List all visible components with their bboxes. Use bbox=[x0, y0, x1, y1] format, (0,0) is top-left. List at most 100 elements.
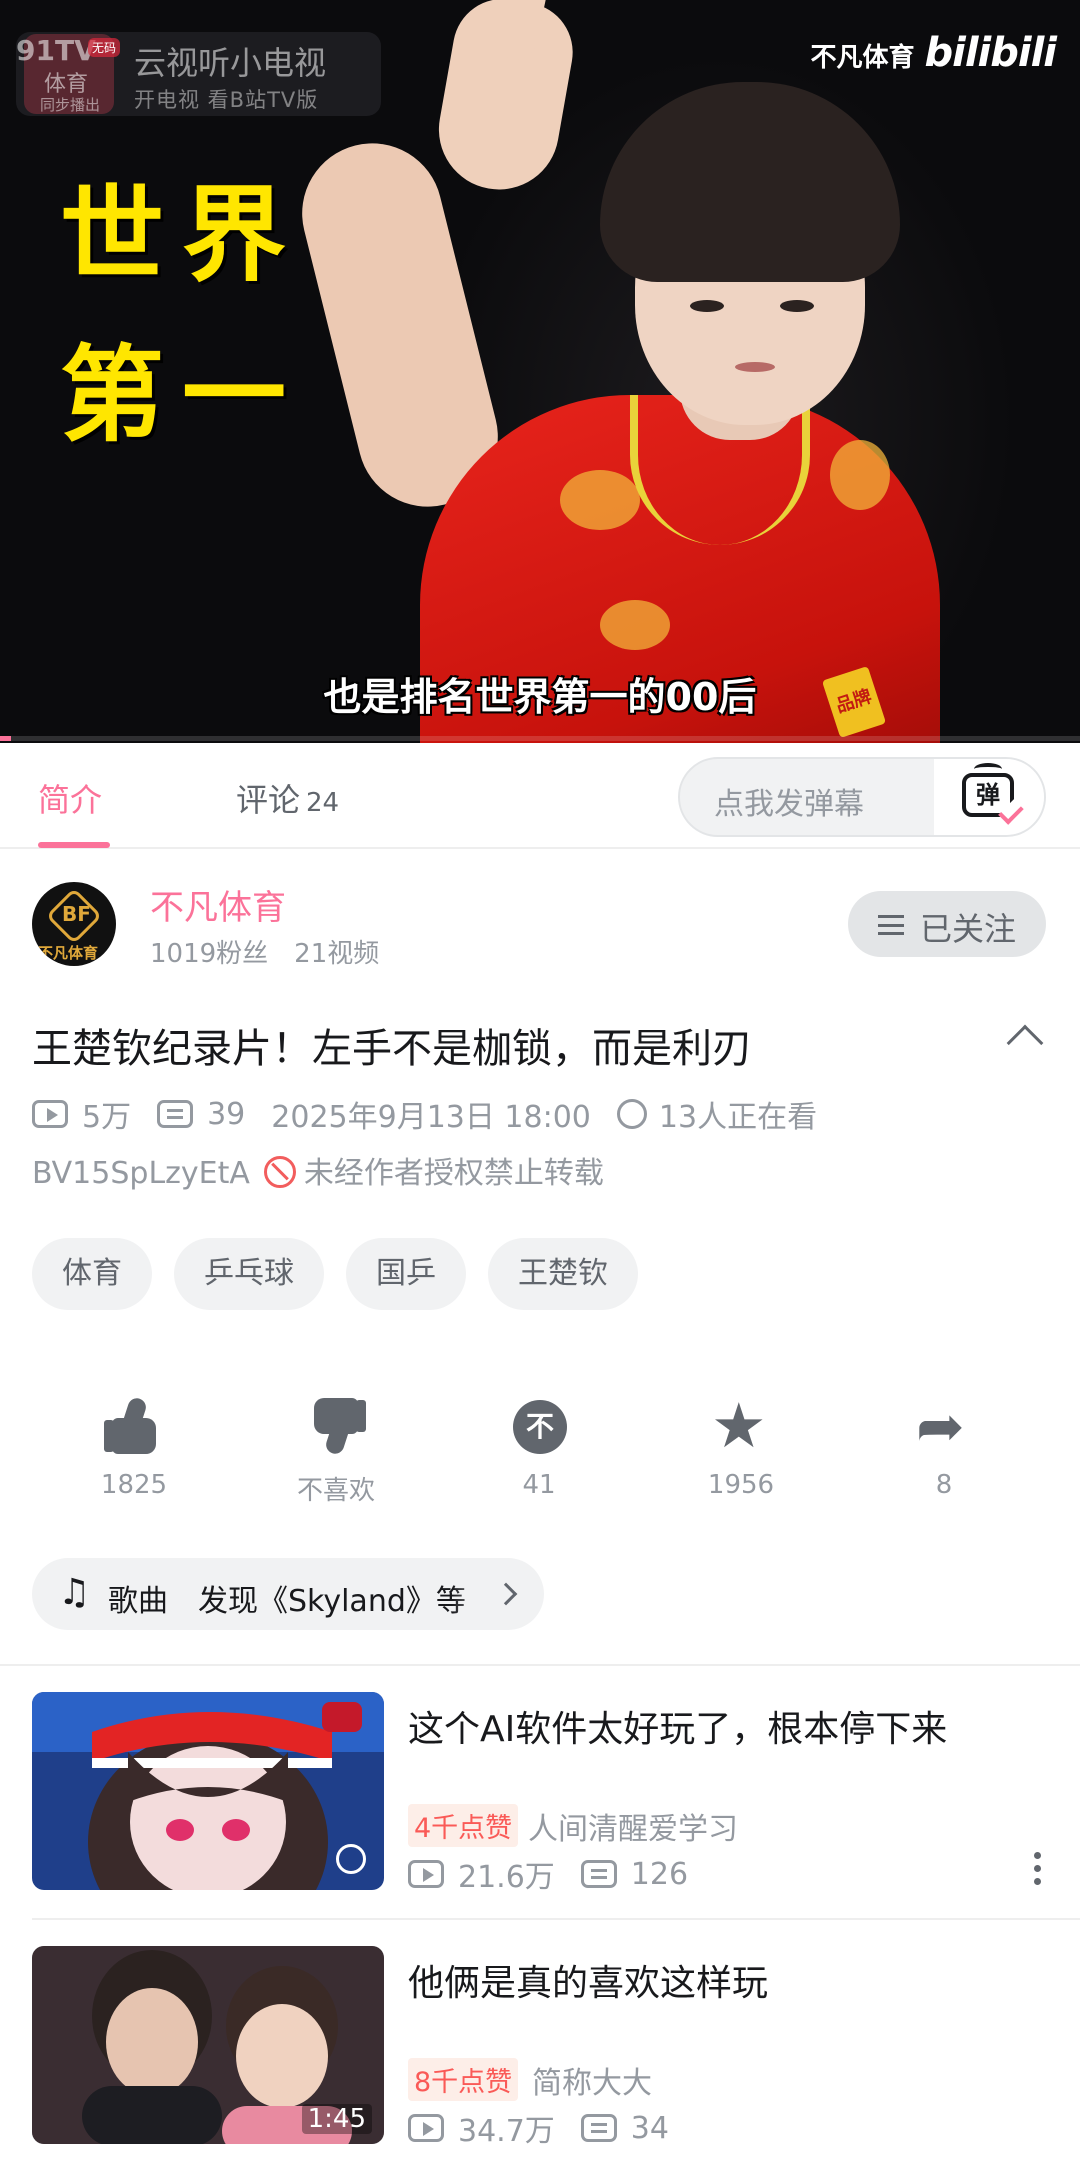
player-eye bbox=[780, 300, 814, 312]
uploader-stats: 1019粉丝 21视频 bbox=[150, 933, 379, 970]
shirt-pattern bbox=[560, 470, 640, 530]
video-meta-secondary: BV15SpLzyEtA 未经作者授权禁止转载 bbox=[32, 1148, 604, 1192]
watching-icon bbox=[616, 1099, 647, 1129]
danmaku-count-icon bbox=[580, 2114, 617, 2142]
like-button[interactable]: 1825 bbox=[54, 1395, 214, 1500]
tab-bar: 简介 评论 24 点我发弹幕 弹 bbox=[0, 743, 1080, 849]
uploader-avatar[interactable]: BF 不凡体育 bbox=[32, 882, 116, 966]
music-bar[interactable]: ♫ 歌曲 发现《Skyland》等 bbox=[32, 1558, 544, 1630]
anime-thumbnail-art bbox=[32, 1692, 384, 1890]
recommendation-danmaku: 126 bbox=[630, 1856, 689, 1892]
favorite-count: 1956 bbox=[707, 1470, 775, 1500]
play-count: 5万 bbox=[82, 1100, 132, 1135]
watermark-logo-tag: 同步播出 bbox=[40, 96, 101, 114]
tag-chip[interactable]: 国乒 bbox=[346, 1238, 466, 1310]
music-text: 发现《Skyland》等 bbox=[198, 1584, 466, 1619]
menu-icon bbox=[878, 915, 904, 935]
mini-play-icon bbox=[336, 1844, 366, 1874]
thumbs-down-icon bbox=[306, 1396, 366, 1457]
video-meta: 5万 39 2025年9月13日 18:00 13人正在看 bbox=[32, 1092, 817, 1136]
follow-label: 已关注 bbox=[920, 910, 1017, 948]
coin-button[interactable]: 不 41 bbox=[459, 1396, 619, 1500]
watermark-app-name: 云视听小电视 bbox=[134, 44, 327, 82]
dislike-button[interactable]: 不喜欢 bbox=[256, 1396, 416, 1507]
tag-chip[interactable]: 体育 bbox=[32, 1238, 152, 1310]
danmaku-input[interactable]: 点我发弹幕 弹 bbox=[678, 757, 1046, 837]
watermark-logo-text: 91TV bbox=[16, 34, 96, 67]
video-title: 王楚钦纪录片！左手不是枷锁，而是利刃 bbox=[32, 1026, 752, 1072]
action-bar: 1825 不喜欢 不 41 ★ 1956 ➦ 8 bbox=[0, 1389, 1080, 1516]
tab-comments-count: 24 bbox=[306, 788, 340, 818]
recommendation-badge: 4千点赞 bbox=[408, 1804, 519, 1847]
danmaku-placeholder: 点我发弹幕 bbox=[714, 787, 864, 822]
danmaku-count-icon bbox=[580, 1860, 617, 1888]
recommendation-stats: 34.7万 34 bbox=[408, 2106, 669, 2150]
thumbs-up-icon bbox=[104, 1395, 164, 1456]
recommendation-title: 他俩是真的喜欢这样玩 bbox=[408, 1963, 769, 2004]
watermark-channel-name: 不凡体育 bbox=[810, 43, 915, 73]
recommendation-stats: 21.6万 126 bbox=[408, 1852, 688, 1896]
play-count-icon bbox=[408, 1860, 444, 1888]
share-button[interactable]: ➦ 8 bbox=[864, 1396, 1024, 1500]
tag-chip[interactable]: 乒乓球 bbox=[174, 1238, 324, 1310]
share-count: 8 bbox=[935, 1470, 953, 1500]
recommendation-thumbnail[interactable]: 1:45 bbox=[32, 1946, 384, 2144]
tab-intro[interactable]: 简介 bbox=[38, 775, 102, 821]
video-duration: 1:45 bbox=[301, 2104, 372, 2134]
tag-chip[interactable]: 王楚钦 bbox=[488, 1238, 638, 1310]
recommendation-plays: 21.6万 bbox=[458, 1860, 555, 1895]
tab-comments[interactable]: 评论 24 bbox=[236, 775, 339, 821]
share-icon: ➦ bbox=[916, 1392, 965, 1460]
coin-icon: 不 bbox=[509, 1396, 569, 1456]
recommendation-thumbnail[interactable] bbox=[32, 1692, 384, 1890]
like-count: 1825 bbox=[100, 1470, 168, 1500]
dislike-label: 不喜欢 bbox=[296, 1476, 375, 1506]
overlay-title-line1: 世界 bbox=[60, 174, 305, 296]
recommendation-danmaku: 34 bbox=[630, 2110, 669, 2146]
play-count-icon bbox=[32, 1100, 68, 1128]
follow-button[interactable]: 已关注 bbox=[848, 891, 1046, 957]
watching-count: 13人正在看 bbox=[658, 1100, 818, 1135]
chevron-up-icon[interactable] bbox=[1006, 1024, 1044, 1062]
recommendation-title: 这个AI软件太好玩了，根本停下来 bbox=[408, 1709, 948, 1750]
coin-count: 41 bbox=[522, 1470, 556, 1500]
star-icon: ★ bbox=[711, 1389, 767, 1462]
tab-comments-label: 评论 bbox=[236, 781, 301, 819]
uploader-videos: 21视频 bbox=[294, 939, 380, 969]
tag-list: 体育 乒乓球 国乒 王楚钦 bbox=[32, 1238, 638, 1310]
player-eye bbox=[690, 300, 724, 312]
recommendation-item[interactable]: 1:45 他俩是真的喜欢这样玩 8千点赞 简称大大 34.7万 34 bbox=[32, 1946, 1048, 2149]
copyright-notice: 未经作者授权禁止转载 bbox=[303, 1156, 604, 1191]
recommendation-author: 简称大大 bbox=[532, 2066, 652, 2101]
recommendation-author: 人间清醒爱学习 bbox=[528, 1812, 738, 1847]
video-progress-fill bbox=[0, 736, 11, 741]
no-repost-icon bbox=[263, 1156, 296, 1188]
uploader-name[interactable]: 不凡体育 bbox=[150, 880, 286, 929]
section-divider bbox=[0, 1664, 1080, 1666]
avatar-logo-letters: BF bbox=[62, 902, 91, 926]
recommendation-badge: 8千点赞 bbox=[408, 2058, 519, 2101]
list-divider bbox=[32, 1918, 1080, 1920]
danmaku-count-icon bbox=[157, 1100, 194, 1128]
overlay-title-line2: 第一 bbox=[60, 334, 305, 456]
music-note-icon: ♫ bbox=[58, 1572, 91, 1613]
music-label: 歌曲 bbox=[108, 1584, 168, 1619]
shirt-pattern bbox=[600, 600, 670, 650]
favorite-button[interactable]: ★ 1956 bbox=[661, 1389, 821, 1501]
video-player[interactable]: 品牌 世界 第一 也是排名世界第一的00后 91TV 体育 同步播出 无码 云视… bbox=[0, 0, 1080, 743]
recommendation-plays: 34.7万 bbox=[458, 2114, 555, 2149]
watermark-channel: 不凡体育 bilibili bbox=[810, 30, 1057, 76]
coin-glyph: 不 bbox=[513, 1400, 567, 1454]
avatar-logo-text: 不凡体育 bbox=[38, 944, 99, 962]
danmaku-toggle-button[interactable]: 弹 bbox=[934, 759, 1044, 835]
danmaku-count: 39 bbox=[207, 1096, 246, 1132]
bvid: BV15SpLzyEtA bbox=[32, 1156, 250, 1191]
watermark-app-sub: 开电视 看B站TV版 bbox=[134, 88, 319, 112]
video-progress-bar[interactable] bbox=[0, 736, 1080, 741]
tab-active-indicator bbox=[38, 842, 110, 848]
more-options-icon[interactable] bbox=[1034, 1852, 1042, 1888]
recommendation-item[interactable]: 这个AI软件太好玩了，根本停下来 4千点赞 人间清醒爱学习 21.6万 126 bbox=[32, 1692, 1048, 1895]
publish-time: 2025年9月13日 18:00 bbox=[271, 1100, 591, 1135]
bilibili-logo: bilibili bbox=[924, 30, 1057, 76]
watermark-badge: 无码 bbox=[88, 38, 121, 57]
